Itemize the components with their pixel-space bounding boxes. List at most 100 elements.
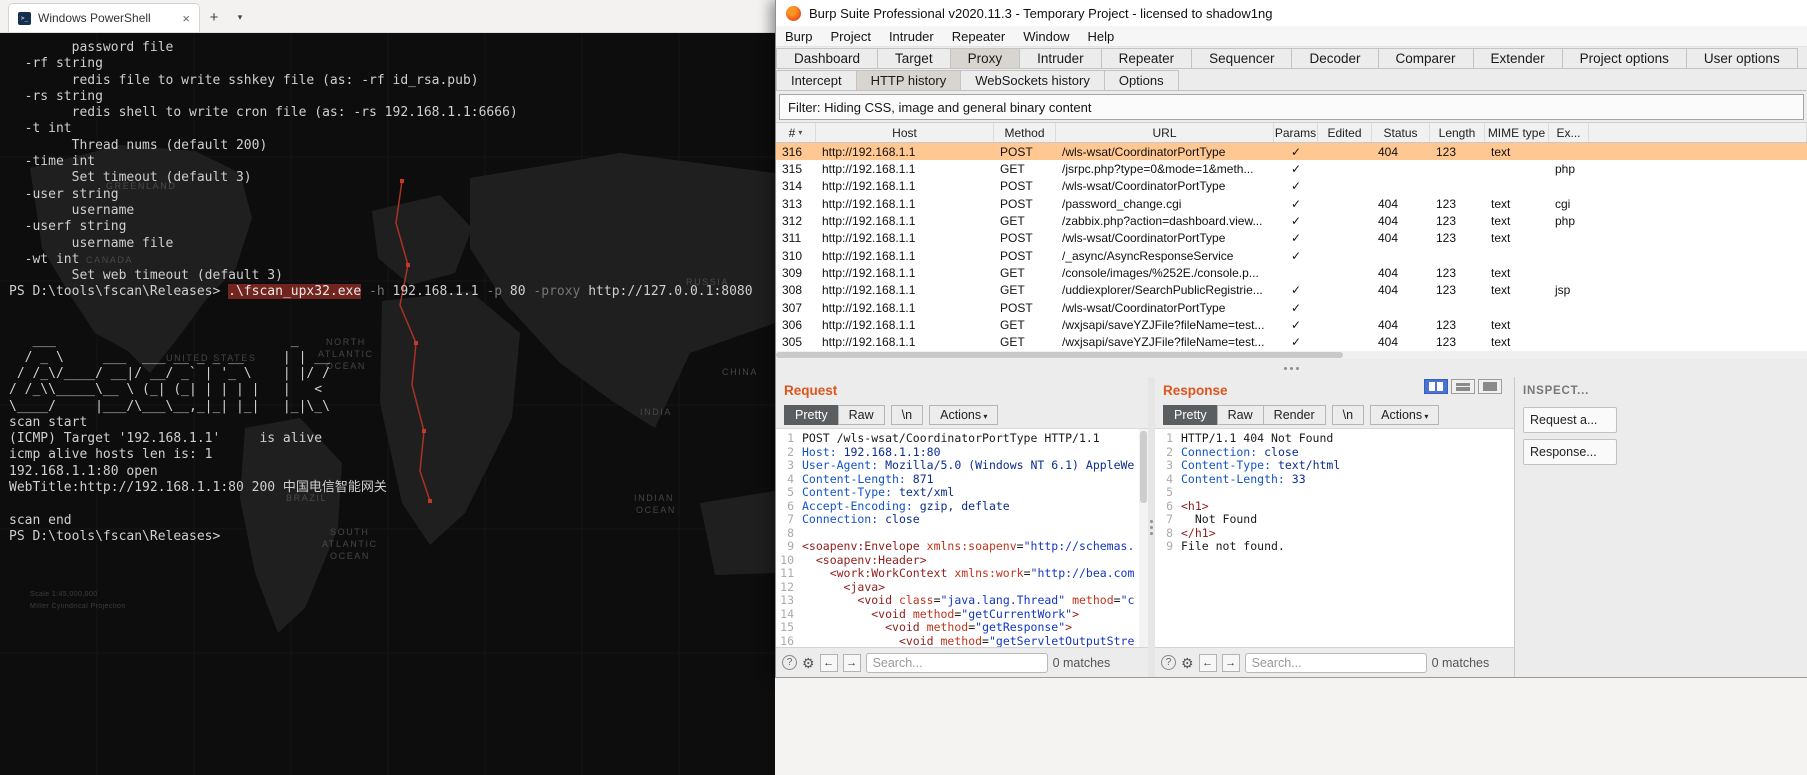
layout-rows-button[interactable] (1451, 379, 1475, 394)
terminal-line: / _ \ ___ ___ __ _ _ __ | | __ (9, 350, 775, 366)
column-header-length[interactable]: Length (1430, 123, 1485, 142)
table-row[interactable]: 307 http://192.168.1.1 POST/wls-wsat/Coord… (776, 298, 1807, 317)
table-row[interactable]: 316 http://192.168.1.1 POST/wls-wsat/Coord… (776, 143, 1807, 161)
editor-tab-actions[interactable]: Actions ▾ (929, 404, 999, 425)
editor-tab-pretty[interactable]: Pretty (784, 404, 839, 425)
line-number: 1 (787, 432, 794, 445)
next-match-button[interactable]: → (842, 653, 861, 672)
help-icon[interactable]: ? (782, 655, 797, 670)
line-number: 1 (1166, 432, 1173, 445)
table-horizontal-scrollbar[interactable] (776, 351, 1807, 359)
cell: 404 (1378, 335, 1399, 350)
gear-icon[interactable]: ⚙ (1181, 656, 1194, 670)
cell: POST (1000, 179, 1033, 194)
layout-single-button[interactable] (1478, 379, 1502, 394)
editor-tab-raw[interactable]: Raw (837, 404, 885, 425)
cell (1589, 316, 1807, 333)
terminal-body[interactable]: GREENLAND CANADA RUSSIA UNITED STATES NORTH A… (0, 33, 775, 775)
layout-columns-button[interactable] (1424, 379, 1448, 394)
cell: http://192.168.1.1 (822, 161, 916, 176)
prev-match-button[interactable]: ← (819, 653, 838, 672)
column-header-params[interactable]: Params (1274, 123, 1318, 142)
inspector-section-request-a[interactable]: Request a... (1523, 407, 1617, 433)
table-row[interactable]: 311 http://192.168.1.1 POST/wls-wsat/Coord… (776, 229, 1807, 247)
tab-user-options[interactable]: User options (1685, 48, 1798, 68)
cell: /wxjsapi/saveYZJFile?fileName=test... (1062, 317, 1265, 332)
column-header-col[interactable]: # ▾ (776, 123, 816, 142)
table-row[interactable]: 309 http://192.168.1.1 GET/console/images/… (776, 264, 1807, 282)
subtab-websockets-history[interactable]: WebSockets history (960, 70, 1105, 90)
tab-proxy[interactable]: Proxy (949, 48, 1021, 68)
column-header-method[interactable]: Method (994, 123, 1056, 142)
table-row[interactable]: 315 http://192.168.1.1 GET/jsrpc.php?type=… (776, 160, 1807, 178)
scrollbar-thumb[interactable] (776, 352, 1344, 358)
next-match-button[interactable]: → (1221, 653, 1240, 672)
column-header-url[interactable]: URL (1056, 123, 1274, 142)
editor-tab-n[interactable]: \n (1331, 404, 1365, 425)
response-search-input[interactable] (1244, 652, 1427, 673)
tab-dropdown-button[interactable]: ▾ (228, 3, 252, 32)
table-row[interactable]: 312 http://192.168.1.1 GET/zabbix.php?acti… (776, 212, 1807, 230)
line-number: 14 (780, 607, 794, 621)
vertical-splitter[interactable] (1148, 377, 1155, 677)
table-row[interactable]: 313 http://192.168.1.1 POST/password_chang… (776, 194, 1807, 213)
column-header-edited[interactable]: Edited (1318, 123, 1372, 142)
menu-item-help[interactable]: Help (1078, 29, 1123, 44)
column-header-host[interactable]: Host (816, 123, 994, 142)
text-segment: redis file to write sshkey file (as: -rf… (9, 72, 479, 88)
table-row[interactable]: 306 http://192.168.1.1 GET/wxjsapi/saveYZJ… (776, 316, 1807, 334)
menu-item-intruder[interactable]: Intruder (880, 29, 943, 44)
tab-sequencer[interactable]: Sequencer (1191, 48, 1293, 68)
line-number: 9 (1166, 540, 1173, 553)
tab-close-icon[interactable]: × (182, 12, 190, 25)
horizontal-splitter[interactable] (776, 359, 1807, 377)
gear-icon[interactable]: ⚙ (802, 656, 815, 670)
tab-comparer[interactable]: Comparer (1377, 48, 1474, 68)
tab-project-options[interactable]: Project options (1561, 48, 1687, 68)
scrollbar-thumb[interactable] (1140, 431, 1147, 503)
request-scrollbar[interactable] (1139, 429, 1148, 647)
editor-tab-raw[interactable]: Raw (1216, 404, 1264, 425)
inspector-section-response[interactable]: Response... (1523, 439, 1617, 465)
table-row[interactable]: 308 http://192.168.1.1 GET/uddiexplorer/Se… (776, 281, 1807, 299)
help-icon[interactable]: ? (1161, 655, 1176, 670)
column-header-mime-type[interactable]: MIME type (1485, 123, 1549, 142)
table-row[interactable]: 314 http://192.168.1.1 POST/wls-wsat/Coord… (776, 177, 1807, 195)
menu-item-repeater[interactable]: Repeater (943, 29, 1014, 44)
tab-decoder[interactable]: Decoder (1291, 48, 1379, 68)
editor-tab-n[interactable]: \n (890, 404, 924, 425)
column-header-status[interactable]: Status (1372, 123, 1430, 142)
subtab-intercept[interactable]: Intercept (776, 70, 857, 90)
response-editor[interactable]: 1 HTTP/1.1 404 Not Found 2 Connection: clos… (1155, 428, 1514, 647)
tab-intruder[interactable]: Intruder (1019, 48, 1102, 68)
code-segment: 33 (1291, 472, 1306, 486)
filter-bar[interactable]: Filter: Hiding CSS, image and general bi… (779, 94, 1804, 120)
subtab-http-history[interactable]: HTTP history (855, 70, 962, 90)
table-row[interactable]: 305 http://192.168.1.1 GET/wxjsapi/saveYZJ… (776, 333, 1807, 351)
menu-item-window[interactable]: Window (1014, 29, 1078, 44)
cell: 123 (1436, 317, 1457, 332)
subtab-options[interactable]: Options (1103, 70, 1179, 90)
editor-tab-render[interactable]: Render (1262, 404, 1326, 425)
terminal-tab[interactable]: >_ Windows PowerShell × (8, 3, 200, 32)
menu-item-burp[interactable]: Burp (776, 29, 821, 44)
tab-extender[interactable]: Extender (1472, 48, 1563, 68)
code-line: 10 <soapenv:Header> (776, 554, 1138, 568)
table-row[interactable]: 310 http://192.168.1.1 POST /_async/AsyncRe… (776, 246, 1807, 265)
code-segment: method (1072, 594, 1114, 607)
code-line: 3 Content-Type: text/html (1155, 459, 1504, 473)
response-editor-tabs: Pretty Raw Render \n Actions ▾ (1155, 401, 1514, 428)
request-editor[interactable]: 1 POST /wls-wsat/CoordinatorPortType HTTP… (776, 428, 1148, 647)
editor-tab-pretty[interactable]: Pretty (1163, 404, 1218, 425)
editor-tab-actions[interactable]: Actions ▾ (1370, 404, 1440, 425)
new-tab-button[interactable]: + (200, 3, 228, 32)
request-search-input[interactable] (865, 652, 1048, 673)
column-header-ex[interactable]: Ex... (1549, 123, 1589, 142)
tab-target[interactable]: Target (877, 48, 951, 68)
tab-dashboard[interactable]: Dashboard (776, 48, 879, 68)
prev-match-button[interactable]: ← (1198, 653, 1217, 672)
menu-item-project[interactable]: Project (821, 29, 879, 44)
tab-repeater[interactable]: Repeater (1100, 48, 1193, 68)
